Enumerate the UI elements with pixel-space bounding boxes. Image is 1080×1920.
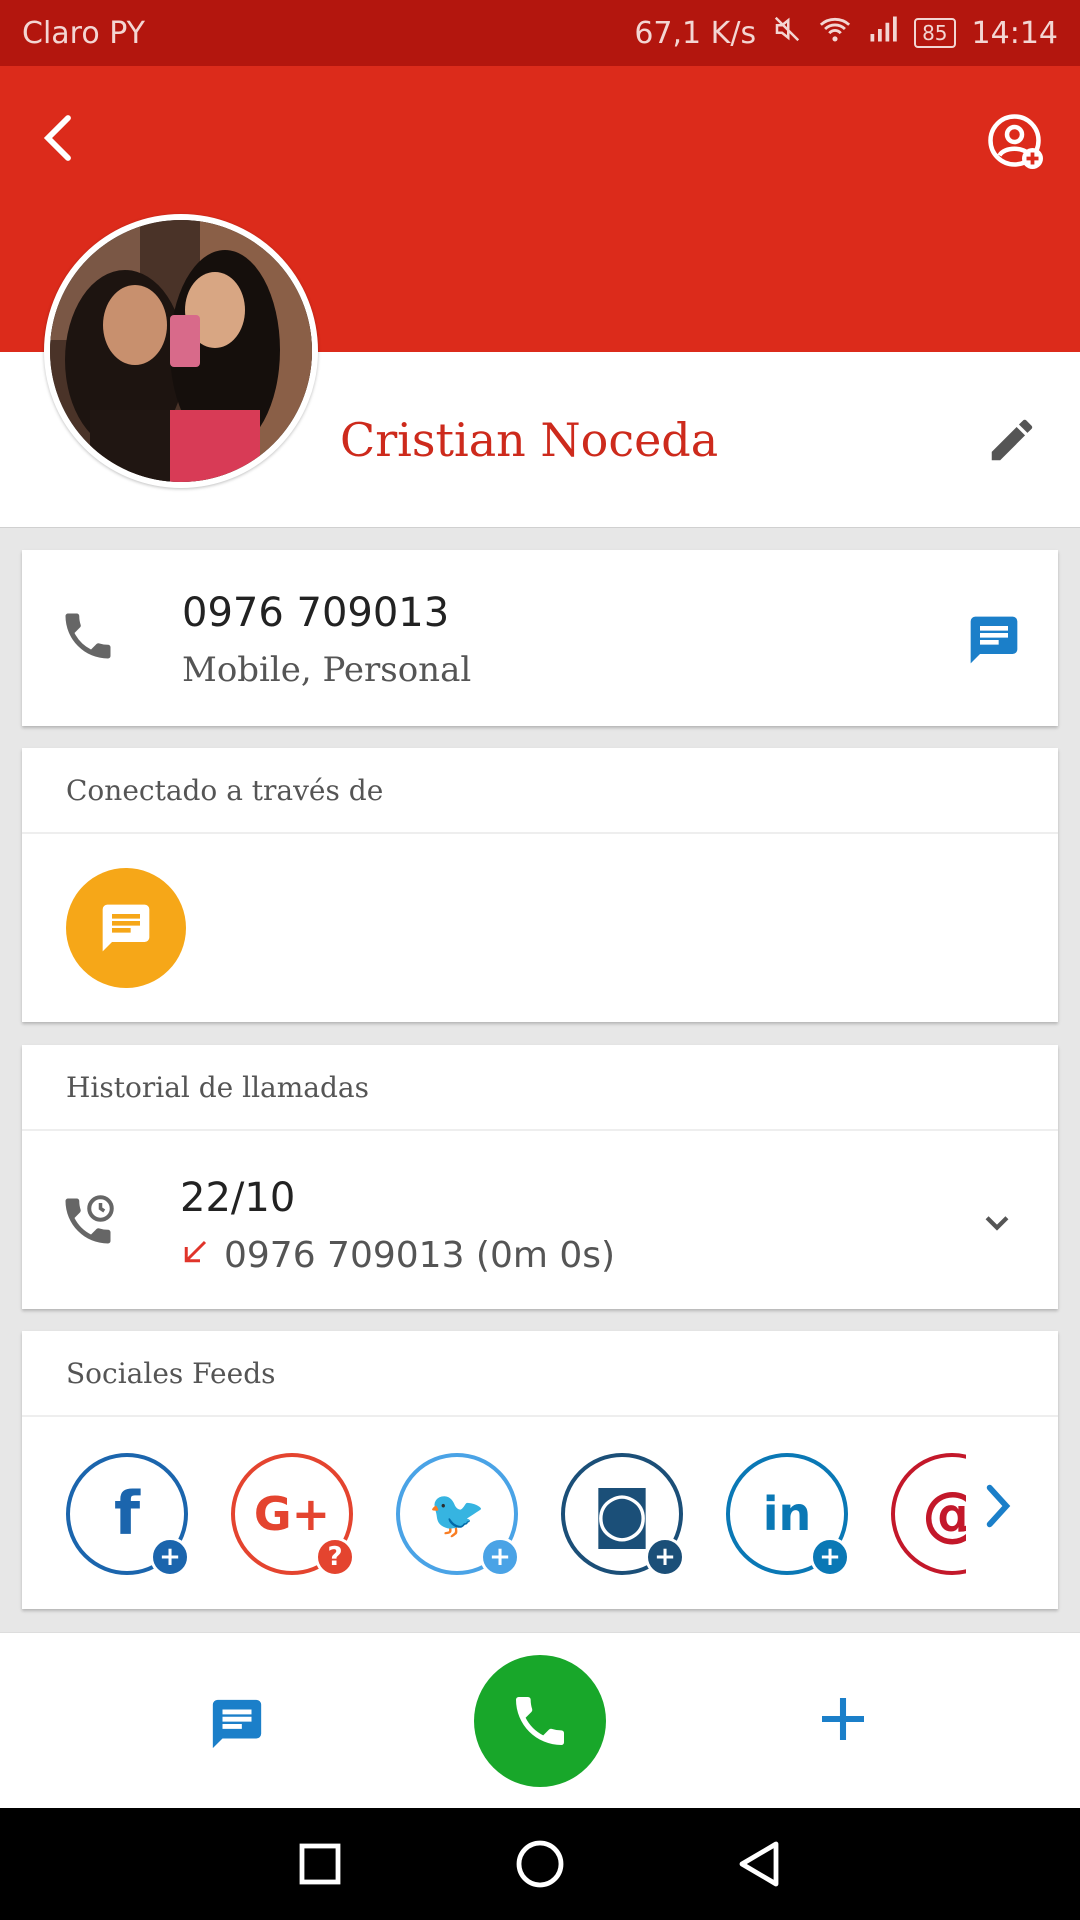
sms-icon[interactable] bbox=[966, 612, 1022, 672]
connected-card: Conectado a través de bbox=[22, 748, 1058, 1022]
phone-icon bbox=[58, 606, 118, 670]
phone-type: Mobile, Personal bbox=[182, 650, 472, 690]
social-twitter-button[interactable]: 🐦 + bbox=[396, 1453, 520, 1577]
history-detail-row: 0976 709013 (0m 0s) bbox=[180, 1235, 615, 1276]
mute-icon bbox=[772, 14, 802, 52]
chevron-down-icon[interactable] bbox=[980, 1205, 1014, 1243]
chevron-right-icon[interactable] bbox=[978, 1481, 1018, 1535]
system-nav-bar bbox=[0, 1808, 1080, 1920]
network-speed: 67,1 K/s bbox=[634, 15, 757, 51]
social-google-icon: G+ bbox=[253, 1487, 331, 1541]
message-icon[interactable] bbox=[66, 868, 186, 988]
wifi-icon bbox=[818, 14, 852, 52]
history-detail: 0976 709013 (0m 0s) bbox=[224, 1235, 616, 1276]
social-linkedin-icon: in bbox=[762, 1487, 812, 1541]
history-date: 22/10 bbox=[180, 1175, 296, 1221]
social-list: f+G+?🐦+◙+in+@ bbox=[66, 1453, 966, 1579]
social-badge: + bbox=[480, 1537, 520, 1577]
back-arrow-icon[interactable] bbox=[28, 106, 88, 170]
social-badge: + bbox=[150, 1537, 190, 1577]
call-history-icon bbox=[58, 1191, 118, 1255]
social-instagram-icon: ◙ bbox=[592, 1479, 652, 1549]
social-badge: ? bbox=[315, 1537, 355, 1577]
status-bar: Claro PY 67,1 K/s 85 14:14 bbox=[0, 0, 1080, 66]
status-icons: 67,1 K/s 85 14:14 bbox=[634, 14, 1058, 52]
add-icon[interactable] bbox=[815, 1691, 871, 1751]
social-pinterest-icon: @ bbox=[922, 1479, 966, 1549]
social-pinterest-button[interactable]: @ bbox=[891, 1453, 966, 1575]
signal-icon bbox=[868, 14, 898, 52]
social-twitter-icon: 🐦 bbox=[428, 1486, 486, 1541]
carrier-label: Claro PY bbox=[22, 15, 145, 51]
contact-name: Cristian Noceda bbox=[340, 413, 719, 467]
clock: 14:14 bbox=[971, 15, 1058, 51]
battery-icon: 85 bbox=[914, 18, 956, 48]
social-instagram-button[interactable]: ◙ + bbox=[561, 1453, 685, 1577]
action-bar bbox=[0, 1632, 1080, 1808]
phone-card[interactable]: 0976 709013 Mobile, Personal bbox=[22, 550, 1058, 726]
back-nav-icon[interactable] bbox=[734, 1838, 786, 1894]
message-action-icon[interactable] bbox=[208, 1695, 266, 1757]
social-badge: + bbox=[810, 1537, 850, 1577]
home-icon[interactable] bbox=[514, 1838, 566, 1894]
recents-icon[interactable] bbox=[296, 1838, 344, 1894]
call-history-card[interactable]: Historial de llamadas 22/10 0976 709013 … bbox=[22, 1045, 1058, 1309]
call-button[interactable] bbox=[474, 1655, 606, 1787]
social-title: Sociales Feeds bbox=[22, 1331, 1058, 1417]
add-contact-icon[interactable] bbox=[984, 110, 1048, 174]
social-google-button[interactable]: G+? bbox=[231, 1453, 355, 1577]
social-linkedin-button[interactable]: in + bbox=[726, 1453, 850, 1577]
social-facebook-icon: f bbox=[113, 1479, 141, 1549]
edit-icon[interactable] bbox=[980, 408, 1044, 472]
social-feeds-card: Sociales Feeds f+G+?🐦+◙+in+@ bbox=[22, 1331, 1058, 1609]
connected-title: Conectado a través de bbox=[22, 748, 1058, 834]
missed-call-arrow-icon bbox=[180, 1235, 210, 1276]
social-badge: + bbox=[645, 1537, 685, 1577]
history-title: Historial de llamadas bbox=[22, 1045, 1058, 1131]
social-facebook-button[interactable]: f + bbox=[66, 1453, 190, 1577]
avatar[interactable] bbox=[44, 214, 318, 488]
phone-number: 0976 709013 bbox=[182, 590, 450, 636]
